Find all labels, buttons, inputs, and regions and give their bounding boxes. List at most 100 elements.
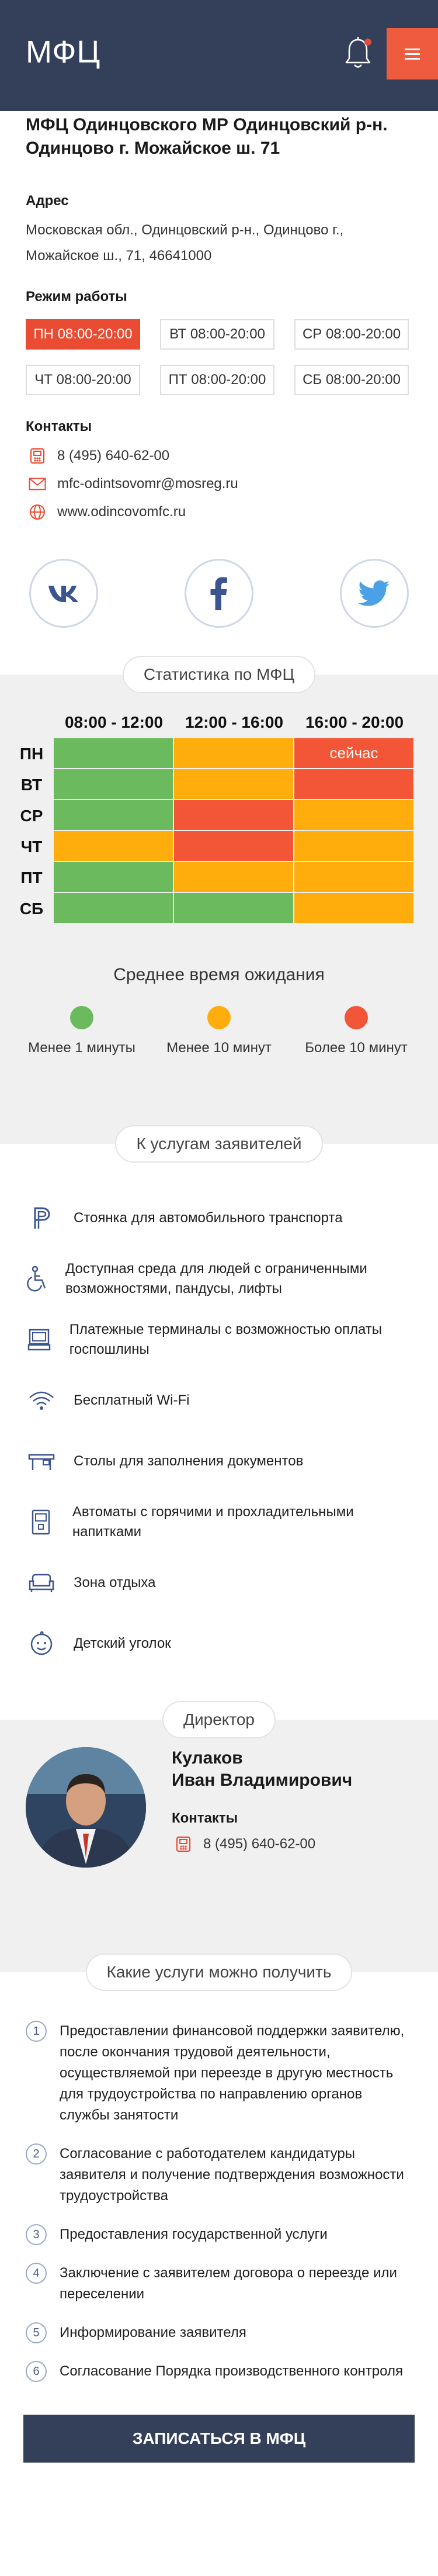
services-list: 1 Предоставлении финансовой поддержки зая… bbox=[0, 1994, 438, 2382]
legend-dot bbox=[70, 1006, 93, 1029]
hamburger-icon bbox=[405, 53, 420, 55]
stats-pill-wrap: Статистика по МФЦ bbox=[0, 653, 438, 696]
stats-cell-green bbox=[174, 893, 293, 923]
sofa-icon bbox=[26, 1573, 57, 1593]
terminal-icon bbox=[26, 1328, 53, 1351]
service-number: 4 bbox=[26, 2263, 47, 2284]
service-item: 5 Информирование заявителя bbox=[26, 2322, 412, 2343]
avatar bbox=[26, 1747, 146, 1868]
bell-icon[interactable] bbox=[343, 36, 373, 70]
service-text: Предоставлении финансовой поддержки заяв… bbox=[60, 2023, 405, 2123]
app-header: МФЦ bbox=[0, 0, 438, 111]
col-afternoon: 12:00 - 16:00 bbox=[185, 713, 284, 731]
col-evening: 16:00 - 20:00 bbox=[305, 713, 404, 731]
stats-cell-green bbox=[54, 738, 173, 768]
amenity-desks: Столы для заполнения документов bbox=[26, 1431, 412, 1492]
stats-cell-green bbox=[54, 862, 173, 892]
stats-row: ПН сейчас bbox=[9, 738, 429, 769]
wait-legend: Менее 1 минуты Менее 10 минут Более 10 м… bbox=[0, 1006, 438, 1056]
desk-icon bbox=[26, 1451, 57, 1471]
director-card: Кулаков Иван Владимирович Контакты 8 (49… bbox=[0, 1747, 438, 1868]
legend-item-yellow: Менее 10 минут bbox=[161, 1006, 277, 1056]
stats-section: Статистика по МФЦ 08:00 - 12:00 12:00 - … bbox=[0, 656, 438, 1144]
amenity-label: Автоматы с горячими и прохладительными н… bbox=[72, 1504, 354, 1540]
stats-cell-green bbox=[54, 893, 173, 923]
stats-day-label: СБ bbox=[19, 899, 44, 918]
stats-cell-yellow bbox=[294, 893, 413, 923]
vk-icon[interactable] bbox=[29, 559, 98, 628]
phone-row[interactable]: 8 (495) 640-62-00 bbox=[26, 447, 412, 465]
service-number: 1 bbox=[26, 2021, 47, 2042]
facebook-icon[interactable] bbox=[185, 559, 253, 628]
director-pill: Директор bbox=[162, 1701, 276, 1738]
stats-cell-yellow bbox=[294, 862, 413, 892]
stats-row: СБ bbox=[9, 893, 429, 924]
legend-item-red: Более 10 минут bbox=[298, 1006, 415, 1056]
email-row[interactable]: mfc-odintsovomr@mosreg.ru bbox=[26, 475, 412, 493]
director-name-first: Иван Владимирович bbox=[172, 1771, 353, 1790]
stats-cell-yellow bbox=[174, 769, 293, 799]
hours-fri: ПТ 08:00-20:00 bbox=[160, 365, 274, 395]
hours-wed: СР 08:00-20:00 bbox=[294, 319, 409, 350]
address-text: Московская обл., Одинцовский р-н., Одинц… bbox=[26, 222, 344, 264]
service-item: 2 Согласование с работодателем кандидатур… bbox=[26, 2143, 412, 2207]
amenity-label: Детский уголок bbox=[74, 1635, 171, 1651]
amenity-label: Доступная среда для людей с ограниченным… bbox=[65, 1261, 367, 1296]
director-section: Директор Кулаков Иван Владимирович Конта… bbox=[0, 1701, 438, 1972]
stats-grid: 08:00 - 12:00 12:00 - 16:00 16:00 - 20:0… bbox=[9, 696, 429, 924]
website-row[interactable]: www.odincovomfc.ru bbox=[26, 503, 412, 521]
stats-cell-yellow bbox=[174, 738, 293, 768]
col-morning: 08:00 - 12:00 bbox=[64, 713, 164, 731]
amenity-label: Зона отдыха bbox=[74, 1575, 156, 1590]
stats-cell-red bbox=[174, 831, 293, 861]
contacts-heading: Контакты bbox=[26, 419, 92, 434]
amenities-list: Стоянка для автомобильного транспорта До… bbox=[0, 1166, 438, 1674]
amenity-kids-corner: Детский уголок bbox=[26, 1613, 412, 1674]
stats-cell-yellow bbox=[294, 800, 413, 830]
stats-row: ВТ bbox=[9, 769, 429, 800]
amenity-label: Платежные терминалы с возможностью оплат… bbox=[69, 1322, 383, 1357]
amenity-label: Столы для заполнения документов bbox=[74, 1453, 304, 1469]
logo[interactable]: МФЦ bbox=[26, 34, 100, 70]
phone-text: 8 (495) 640-62-00 bbox=[57, 448, 170, 464]
wheelchair-icon bbox=[26, 1266, 49, 1292]
legend-label: Менее 1 минуты bbox=[28, 1040, 135, 1056]
amenity-wifi: Бесплатный Wi-Fi bbox=[26, 1370, 412, 1431]
mail-icon bbox=[26, 475, 49, 493]
amenities-section: К услугам заявителей Стоянка для автомоб… bbox=[0, 1125, 438, 1674]
service-item: 6 Согласование Порядка производственного … bbox=[26, 2361, 412, 2382]
page-bottom-spacer bbox=[0, 2463, 438, 2498]
service-number: 2 bbox=[26, 2143, 47, 2164]
email-text: mfc-odintsovomr@mosreg.ru bbox=[57, 476, 238, 492]
stats-cell-yellow bbox=[174, 862, 293, 892]
amenities-pill-wrap: К услугам заявителей bbox=[0, 1122, 438, 1166]
amenity-label: Бесплатный Wi-Fi bbox=[74, 1392, 190, 1408]
stats-cell-yellow bbox=[294, 831, 413, 861]
stats-cell-red bbox=[174, 800, 293, 830]
director-contacts-heading: Контакты bbox=[172, 1810, 238, 1826]
service-item: 1 Предоставлении финансовой поддержки зая… bbox=[26, 2021, 412, 2126]
stats-row: СР bbox=[9, 800, 429, 831]
menu-button[interactable] bbox=[387, 28, 438, 79]
stats-pill: Статистика по МФЦ bbox=[122, 656, 316, 693]
service-number: 6 bbox=[26, 2361, 47, 2382]
parking-icon bbox=[26, 1206, 57, 1230]
book-appointment-button[interactable]: ЗАПИСАТЬСЯ В МФЦ bbox=[23, 2415, 415, 2463]
director-phone-row[interactable]: 8 (495) 640-62-00 bbox=[172, 1835, 352, 1854]
stats-row: ЧТ bbox=[9, 831, 429, 862]
director-name-last: Кулаков bbox=[172, 1748, 243, 1768]
stats-cell-red bbox=[294, 769, 413, 799]
service-item: 3 Предоставления государственной услуги bbox=[26, 2224, 412, 2245]
amenity-parking: Стоянка для автомобильного транспорта bbox=[26, 1188, 412, 1249]
office-info: МФЦ Одинцовского МР Одинцовский р-н. Оди… bbox=[0, 111, 438, 521]
hours-mon: ПН 08:00-20:00 bbox=[26, 319, 140, 350]
director-pill-wrap: Директор bbox=[0, 1698, 438, 1741]
service-text: Согласование с работодателем кандидатуры… bbox=[60, 2146, 404, 2204]
service-text: Предоставления государственной услуги bbox=[60, 2226, 328, 2242]
legend-item-green: Менее 1 минуты bbox=[23, 1006, 140, 1056]
stats-cell-green bbox=[54, 769, 173, 799]
twitter-icon[interactable] bbox=[340, 559, 409, 628]
stats-day-label: ПТ bbox=[20, 868, 43, 887]
stats-cell-yellow bbox=[54, 831, 173, 861]
globe-icon bbox=[26, 503, 49, 521]
